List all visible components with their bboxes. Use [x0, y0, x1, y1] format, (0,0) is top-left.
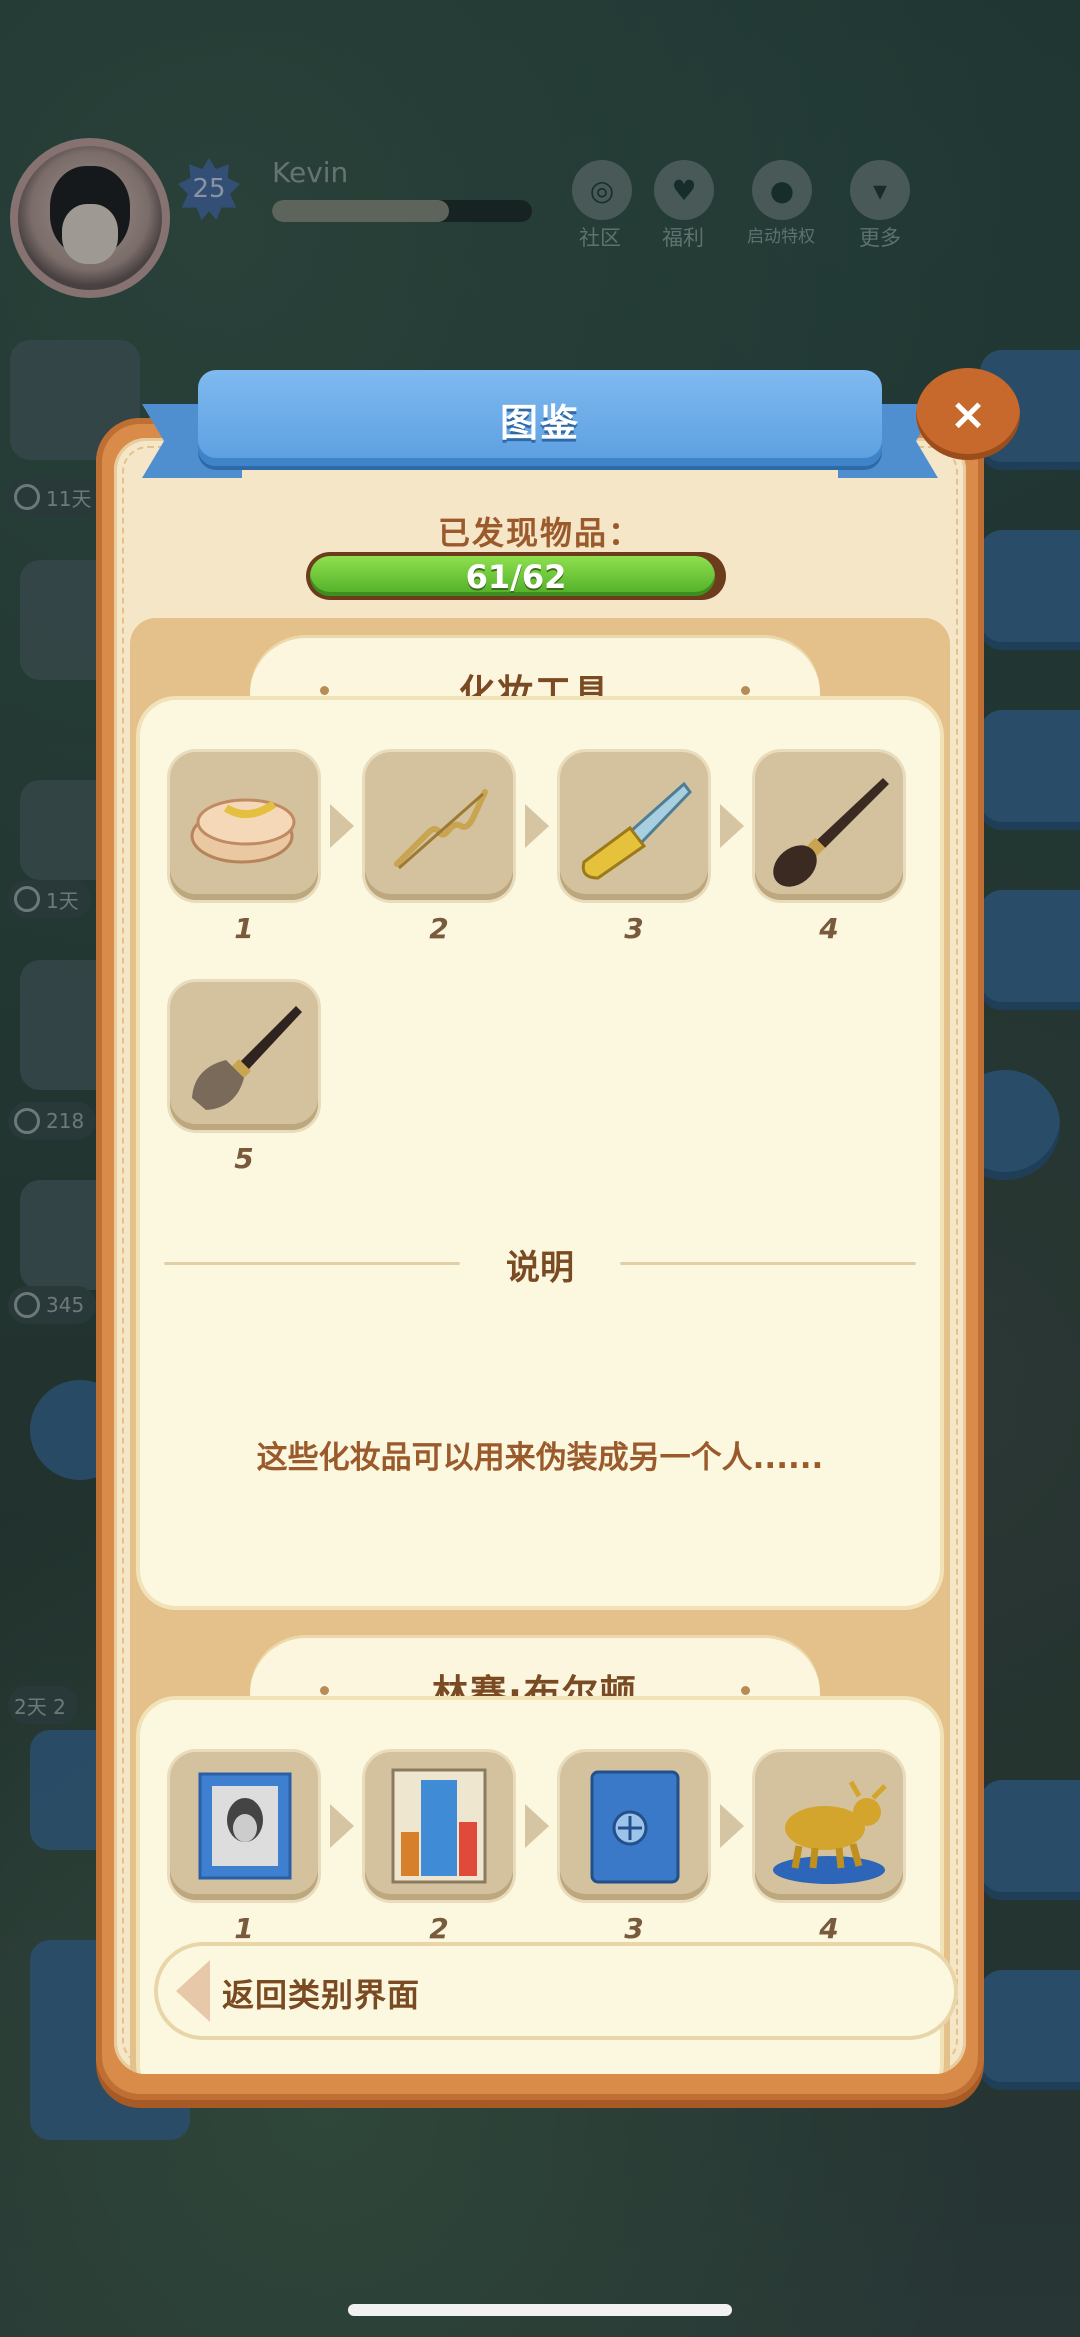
- golden-bull-icon: [773, 1780, 887, 1884]
- item-number: 2: [429, 912, 449, 945]
- collection-item[interactable]: [560, 752, 708, 900]
- collection-item[interactable]: [560, 1752, 708, 1900]
- description-text: 这些化妆品可以用来伪装成另一个人......: [256, 1440, 824, 1476]
- collection-item[interactable]: [170, 1752, 318, 1900]
- back-arrow-icon: [176, 1960, 210, 2022]
- found-count: 61/62: [465, 558, 567, 596]
- safe-icon: [590, 1770, 680, 1884]
- hairpin-icon: [394, 789, 488, 870]
- photo-frame-icon: [198, 1772, 292, 1880]
- item-number: 1: [234, 1912, 254, 1945]
- dialog-title-ribbon: 图鉴: [142, 370, 938, 478]
- collection-scroll-area[interactable]: 化妆工具 1 2 3 4 5 说明 这些化妆品可以用来伪装成另一个人......…: [130, 618, 950, 2074]
- building-picture-icon: [391, 1768, 487, 1884]
- description-title: 说明: [506, 1248, 574, 1288]
- back-to-categories-button[interactable]: 返回类别界面: [158, 1946, 954, 2036]
- collection-item[interactable]: [170, 982, 318, 1130]
- dialog-title: 图鉴: [499, 401, 580, 445]
- close-button[interactable]: ×: [916, 368, 1020, 460]
- home-indicator[interactable]: [348, 2304, 732, 2316]
- item-number: 3: [624, 1912, 644, 1945]
- found-items-label: 已发现物品：: [437, 514, 642, 552]
- collection-item[interactable]: [365, 1752, 513, 1900]
- item-number: 5: [234, 1142, 254, 1175]
- back-button-label: 返回类别界面: [222, 1976, 421, 2014]
- item-number: 2: [429, 1912, 449, 1945]
- collection-item[interactable]: [365, 752, 513, 900]
- collection-item[interactable]: [755, 1752, 903, 1900]
- close-icon: ×: [949, 388, 987, 440]
- makeup-brush-icon: [773, 778, 889, 887]
- powder-puff-icon: [190, 798, 296, 864]
- item-number: 4: [819, 1912, 839, 1945]
- collection-item[interactable]: [755, 752, 903, 900]
- nail-file-icon: [581, 781, 692, 880]
- item-number: 1: [234, 912, 254, 945]
- item-number: 3: [624, 912, 644, 945]
- item-number: 4: [819, 912, 839, 945]
- blush-brush-icon: [192, 1006, 302, 1110]
- found-progress-bar: 61/62: [306, 552, 726, 600]
- collection-dialog: 已发现物品： 61/62 化妆工具 1 2 3 4 5 说明 这些化妆品可以用来…: [96, 418, 984, 2100]
- collection-item[interactable]: [170, 752, 318, 900]
